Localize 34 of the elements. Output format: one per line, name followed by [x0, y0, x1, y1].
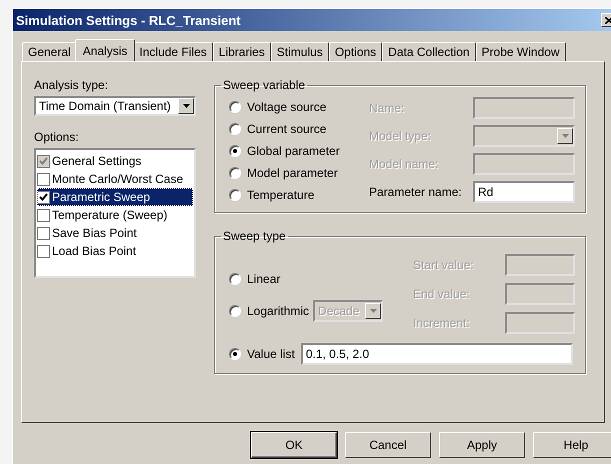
radio-label: Current source: [247, 122, 326, 136]
dialog-button[interactable]: OK: [251, 432, 337, 458]
tab[interactable]: Data Collection: [382, 42, 476, 61]
window-title: Simulation Settings - RLC_Transient: [16, 12, 241, 28]
option-item[interactable]: Save Bias Point: [37, 224, 193, 242]
radio-label: Temperature: [247, 188, 314, 202]
analysis-type-dropdown[interactable]: Time Domain (Transient): [34, 96, 196, 116]
option-item[interactable]: Monte Carlo/Worst Case: [37, 170, 193, 188]
dialog-button[interactable]: Help: [533, 432, 611, 458]
tab[interactable]: General: [22, 42, 77, 61]
tab[interactable]: Libraries: [212, 42, 271, 61]
tab[interactable]: Probe Window: [476, 42, 566, 61]
dialog-button[interactable]: Cancel: [345, 432, 431, 458]
tab[interactable]: Stimulus: [270, 42, 329, 61]
radio-label: Model parameter: [247, 166, 338, 180]
radio-label: Global parameter: [247, 144, 340, 158]
radio-label: Logarithmic: [247, 304, 310, 318]
text-field[interactable]: Rd: [473, 181, 575, 203]
tab[interactable]: Analysis: [74, 39, 136, 61]
radio-label: Value list: [247, 347, 295, 361]
radio-label: Voltage source: [247, 100, 326, 114]
radio-label: Linear: [247, 272, 280, 286]
value-list-field[interactable]: 0.1, 0.5, 2.0: [300, 343, 573, 365]
field-label: Options:: [34, 130, 80, 144]
tab[interactable]: Include Files: [133, 42, 213, 61]
option-item[interactable]: Temperature (Sweep): [37, 206, 193, 224]
tab[interactable]: Options: [328, 42, 382, 61]
field-label: Analysis type:: [34, 78, 110, 92]
dialog-button[interactable]: Apply: [439, 432, 525, 458]
group-title: Sweep variable: [222, 78, 306, 92]
field-label: Parameter name:: [369, 185, 462, 199]
group-title: Sweep type: [222, 229, 287, 243]
option-item[interactable]: Parametric Sweep: [37, 188, 193, 206]
option-item[interactable]: Load Bias Point: [37, 242, 193, 260]
